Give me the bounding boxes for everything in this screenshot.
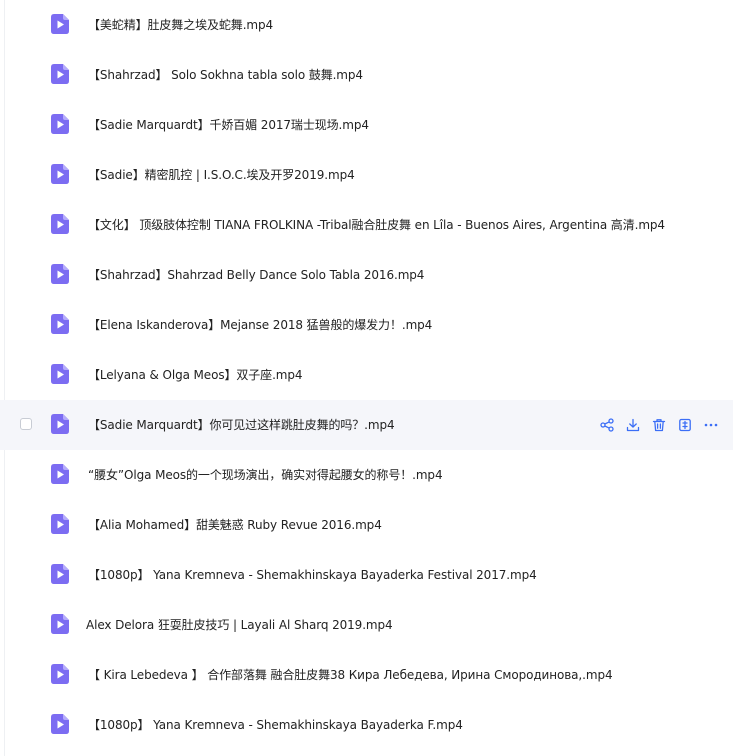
file-name[interactable]: 【Sadie】精密肌控 | I.S.O.C.埃及开罗2019.mp4 <box>88 150 355 200</box>
video-file-icon <box>51 314 69 334</box>
file-row-0[interactable]: 【美蛇精】肚皮舞之埃及蛇舞.mp4 <box>0 0 733 50</box>
file-name[interactable]: 【文化】 顶级肢体控制 TIANA FROLKINA -Tribal融合肚皮舞 … <box>88 200 665 250</box>
video-file-icon <box>51 464 69 484</box>
file-name[interactable]: 【Sadie Marquardt】你可见过这样跳肚皮舞的吗？.mp4 <box>88 400 395 450</box>
file-name[interactable]: 【美蛇精】肚皮舞之埃及蛇舞.mp4 <box>88 0 273 50</box>
file-row-4[interactable]: 【文化】 顶级肢体控制 TIANA FROLKINA -Tribal融合肚皮舞 … <box>0 200 733 250</box>
file-name[interactable]: 【Shahrzad】Shahrzad Belly Dance Solo Tabl… <box>88 250 424 300</box>
file-name[interactable]: 【Lelyana & Olga Meos】双子座.mp4 <box>88 350 303 400</box>
file-name[interactable]: 【1080p】 Yana Kremneva - Shemakhinskaya B… <box>88 550 537 600</box>
file-name[interactable]: Alex Delora 狂耍肚皮技巧 | Layali Al Sharq 201… <box>86 600 393 650</box>
download-icon[interactable] <box>625 417 641 433</box>
share-icon[interactable] <box>599 417 615 433</box>
video-file-icon <box>51 564 69 584</box>
video-file-icon <box>51 364 69 384</box>
file-row-12[interactable]: Alex Delora 狂耍肚皮技巧 | Layali Al Sharq 201… <box>0 600 733 650</box>
file-row-11[interactable]: 【1080p】 Yana Kremneva - Shemakhinskaya B… <box>0 550 733 600</box>
video-file-icon <box>51 414 69 434</box>
file-row-6[interactable]: 【Elena Iskanderova】Mejanse 2018 猛兽般的爆发力！… <box>0 300 733 350</box>
file-row-7[interactable]: 【Lelyana & Olga Meos】双子座.mp4 <box>0 350 733 400</box>
file-row-10[interactable]: 【Alia Mohamed】甜美魅惑 Ruby Revue 2016.mp4 <box>0 500 733 550</box>
file-name[interactable]: “腰女”Olga Meos的一个现场演出，确实对得起腰女的称号！.mp4 <box>88 450 443 500</box>
video-file-icon <box>51 264 69 284</box>
video-file-icon <box>51 514 69 534</box>
file-name[interactable]: 【Alia Mohamed】甜美魅惑 Ruby Revue 2016.mp4 <box>88 500 382 550</box>
file-row-13[interactable]: 【 Kira Lebedeva 】 合作部落舞 融合肚皮舞38 Кира Леб… <box>0 650 733 700</box>
video-file-icon <box>51 214 69 234</box>
file-name[interactable]: 【 Kira Lebedeva 】 合作部落舞 融合肚皮舞38 Кира Леб… <box>88 650 613 700</box>
file-row-1[interactable]: 【Shahrzad】 Solo Sokhna tabla solo 鼓舞.mp4 <box>0 50 733 100</box>
file-row-8[interactable]: 【Sadie Marquardt】你可见过这样跳肚皮舞的吗？.mp4 <box>0 400 733 450</box>
file-name[interactable]: 【1080p】 Yana Kremneva - Shemakhinskaya B… <box>88 700 463 750</box>
file-row-9[interactable]: “腰女”Olga Meos的一个现场演出，确实对得起腰女的称号！.mp4 <box>0 450 733 500</box>
file-row-5[interactable]: 【Shahrzad】Shahrzad Belly Dance Solo Tabl… <box>0 250 733 300</box>
file-name[interactable]: 【Elena Iskanderova】Mejanse 2018 猛兽般的爆发力！… <box>88 300 432 350</box>
video-file-icon <box>51 64 69 84</box>
row-checkbox[interactable] <box>20 418 32 430</box>
video-file-icon <box>51 164 69 184</box>
extract-icon[interactable] <box>677 417 693 433</box>
video-file-icon <box>51 664 69 684</box>
delete-icon[interactable] <box>651 417 667 433</box>
file-row-3[interactable]: 【Sadie】精密肌控 | I.S.O.C.埃及开罗2019.mp4 <box>0 150 733 200</box>
video-file-icon <box>51 14 69 34</box>
more-icon[interactable] <box>703 417 719 433</box>
video-file-icon <box>51 714 69 734</box>
file-list: 【美蛇精】肚皮舞之埃及蛇舞.mp4 【Shahrzad】 Solo Sokhna… <box>0 0 733 750</box>
file-row-14[interactable]: 【1080p】 Yana Kremneva - Shemakhinskaya B… <box>0 700 733 750</box>
file-name[interactable]: 【Sadie Marquardt】千娇百媚 2017瑞士现场.mp4 <box>88 100 369 150</box>
video-file-icon <box>51 614 69 634</box>
file-name[interactable]: 【Shahrzad】 Solo Sokhna tabla solo 鼓舞.mp4 <box>88 50 363 100</box>
row-actions <box>599 400 719 450</box>
video-file-icon <box>51 114 69 134</box>
file-row-2[interactable]: 【Sadie Marquardt】千娇百媚 2017瑞士现场.mp4 <box>0 100 733 150</box>
